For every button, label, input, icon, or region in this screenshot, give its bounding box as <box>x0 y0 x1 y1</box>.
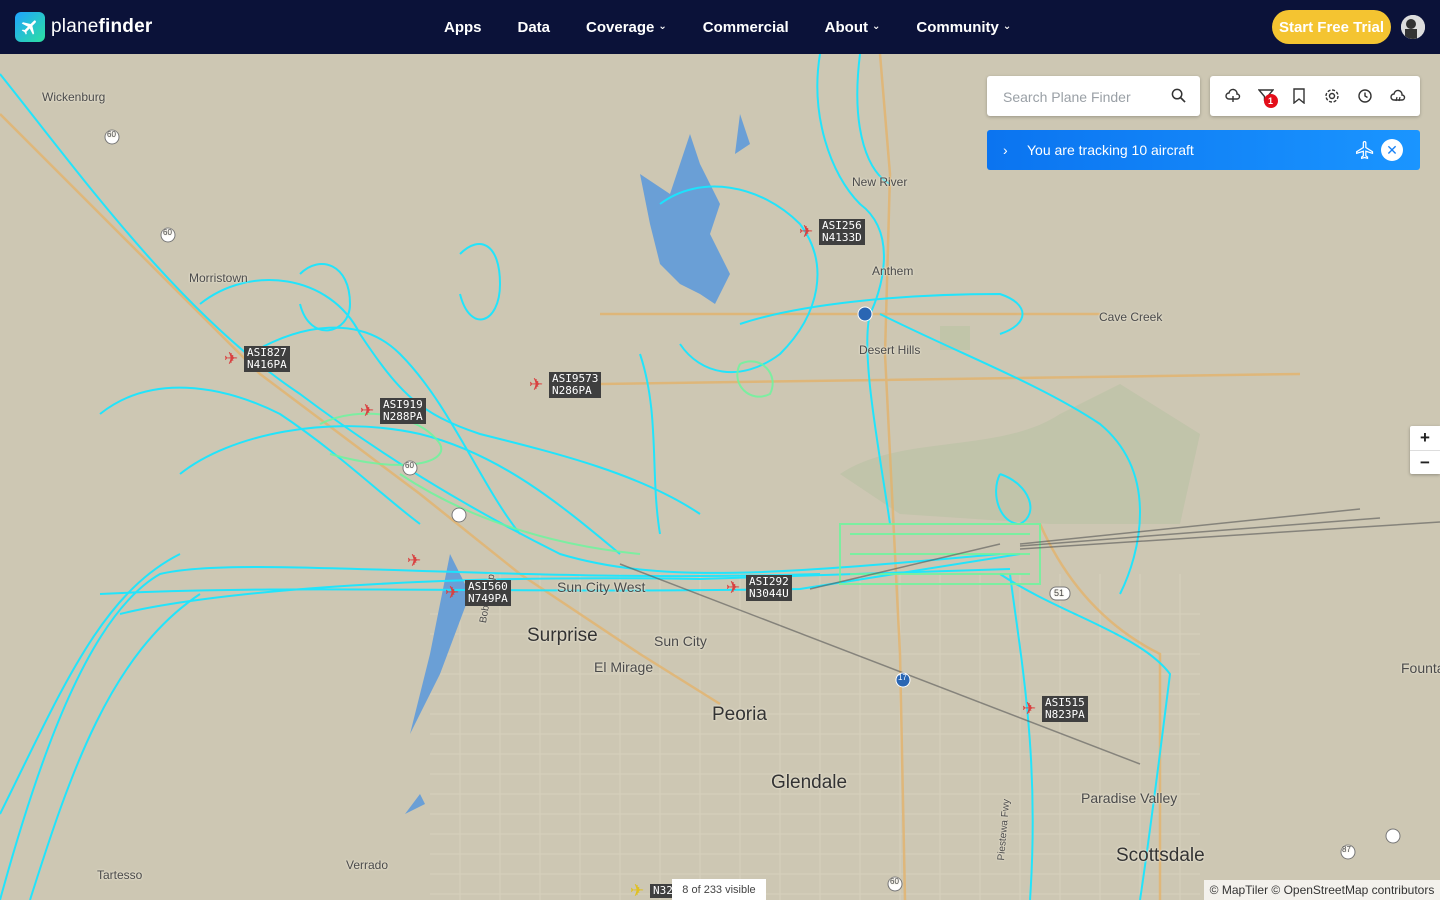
plane-icon: ✈ <box>444 583 460 602</box>
map-canvas <box>0 54 1440 900</box>
aircraft-label: ASI827 N416PA <box>244 346 290 372</box>
cloud-icon[interactable] <box>1223 86 1243 106</box>
chevron-down-icon: ⌄ <box>1002 20 1012 32</box>
place-glendale: Glendale <box>771 772 848 793</box>
filter-count-badge: 1 <box>1263 94 1278 108</box>
aircraft-marker[interactable]: ✈ ASI9573 N286PA <box>527 372 602 398</box>
plane-logo-icon <box>15 12 45 42</box>
highway-51-label: 51 <box>1054 588 1065 598</box>
plane-icon: ✈ <box>725 578 741 597</box>
close-tracking-button[interactable]: ✕ <box>1381 139 1403 161</box>
search-input[interactable] <box>1001 86 1165 108</box>
nav-data[interactable]: Data <box>500 19 569 36</box>
tracking-text: You are tracking 10 aircraft <box>1027 142 1194 158</box>
zoom-control: + − <box>1410 426 1440 474</box>
plane-outline-icon <box>1355 140 1375 165</box>
nav-community[interactable]: Community ⌄ <box>898 19 1029 36</box>
settings-icon[interactable] <box>1322 86 1342 106</box>
aircraft-label: ASI515 N823PA <box>1042 696 1088 722</box>
aircraft-label: ASI9573 N286PA <box>549 372 602 398</box>
place-fountain-hills: Founta <box>1401 660 1440 676</box>
weather-icon[interactable] <box>1388 86 1408 106</box>
place-sun-city-west: Sun City West <box>557 579 646 595</box>
bookmark-icon[interactable] <box>1289 86 1309 106</box>
aircraft-marker[interactable]: ✈ ASI515 N823PA <box>1020 696 1088 722</box>
place-sun-city: Sun City <box>654 633 707 649</box>
chevron-down-icon: ⌄ <box>871 20 881 32</box>
place-tartesso: Tartesso <box>97 868 143 882</box>
history-icon[interactable] <box>1355 86 1375 106</box>
aircraft-marker[interactable]: ✈ ASI919 N288PA <box>358 398 426 424</box>
place-verrado: Verrado <box>346 858 389 872</box>
interstate-17-label: 17 <box>898 673 907 682</box>
place-surprise: Surprise <box>527 625 598 646</box>
aircraft-label: ASI560 N749PA <box>465 580 511 606</box>
filter-icon[interactable]: 1 <box>1256 86 1278 108</box>
place-scottsdale: Scottsdale <box>1116 845 1205 866</box>
map-attribution[interactable]: © MapTiler © OpenStreetMap contributors <box>1204 880 1440 900</box>
zoom-out-button[interactable]: − <box>1410 451 1440 475</box>
plane-icon: ✈ <box>406 551 422 570</box>
plane-icon: ✈ <box>528 375 544 394</box>
aircraft-marker[interactable]: ✈ ASI256 N4133D <box>797 219 865 245</box>
highway-87-label: 87 <box>1342 845 1351 854</box>
map-toolbar: 1 <box>1210 76 1420 116</box>
place-peoria: Peoria <box>712 704 767 725</box>
aircraft-label: ASI292 N3044U <box>746 575 792 601</box>
plane-icon: ✈ <box>1021 699 1037 718</box>
nav-coverage[interactable]: Coverage ⌄ <box>568 19 685 36</box>
aircraft-label: ASI919 N288PA <box>380 398 426 424</box>
highway-60-label: 60 <box>163 228 172 237</box>
visible-count: 8 of 233 visible <box>672 879 766 900</box>
search-icon[interactable] <box>1171 88 1186 108</box>
highway-60-label: 60 <box>890 877 899 886</box>
brand-name: planefinder <box>51 16 153 37</box>
flight-map[interactable]: 60 60 60 60 51 17 87 Wickenburg Morristo… <box>0 54 1440 900</box>
aircraft-marker[interactable]: ✈ ASI827 N416PA <box>222 346 290 372</box>
chevron-down-icon: ⌄ <box>658 20 667 32</box>
search-box <box>987 76 1200 116</box>
place-el-mirage: El Mirage <box>594 659 654 675</box>
main-nav: Apps Data Coverage ⌄ Commercial About ⌄ Co… <box>426 0 1029 54</box>
aircraft-marker[interactable]: ✈ N32 <box>628 882 676 900</box>
nav-apps[interactable]: Apps <box>426 19 500 36</box>
place-cave-creek: Cave Creek <box>1099 310 1163 324</box>
plane-icon: ✈ <box>629 881 645 900</box>
plane-icon: ✈ <box>798 222 814 241</box>
tracking-bar[interactable]: › You are tracking 10 aircraft ✕ <box>987 130 1420 170</box>
aircraft-marker[interactable]: ✈ ASI292 N3044U <box>724 575 792 601</box>
aircraft-marker[interactable]: ✈ <box>405 552 423 570</box>
place-paradise-valley: Paradise Valley <box>1081 790 1178 806</box>
avatar[interactable] <box>1401 15 1425 39</box>
place-wickenburg: Wickenburg <box>42 90 106 104</box>
chevron-right-icon[interactable]: › <box>1003 142 1008 158</box>
plane-icon: ✈ <box>359 401 375 420</box>
start-free-trial-button[interactable]: Start Free Trial <box>1272 10 1391 44</box>
place-anthem: Anthem <box>872 264 914 278</box>
place-morristown: Morristown <box>189 271 248 285</box>
nav-about[interactable]: About ⌄ <box>807 19 899 36</box>
highway-60-label: 60 <box>405 461 414 470</box>
nav-commercial[interactable]: Commercial <box>685 19 807 36</box>
aircraft-marker[interactable]: ✈ ASI560 N749PA <box>443 580 511 606</box>
highway-60-label: 60 <box>107 130 116 139</box>
place-new-river: New River <box>852 175 908 189</box>
plane-icon: ✈ <box>223 349 239 368</box>
aircraft-label: ASI256 N4133D <box>819 219 865 245</box>
zoom-in-button[interactable]: + <box>1410 426 1440 451</box>
place-desert-hills: Desert Hills <box>859 343 921 357</box>
top-nav: planefinder Apps Data Coverage ⌄ Commerci… <box>0 0 1440 54</box>
planefinder-logo[interactable]: planefinder <box>15 12 152 42</box>
